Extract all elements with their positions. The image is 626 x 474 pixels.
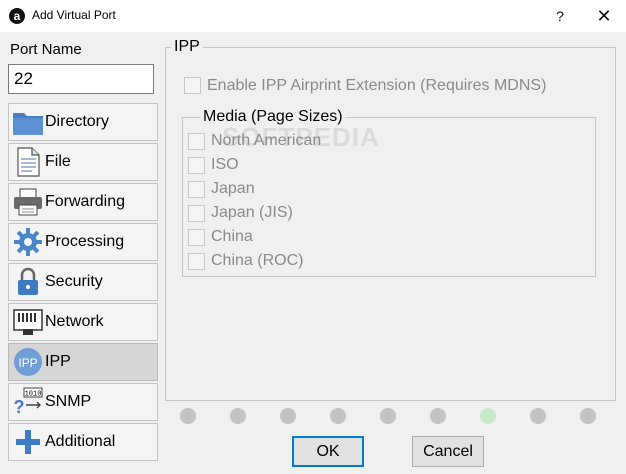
- step-dot: [180, 408, 196, 424]
- media-label: ISO: [211, 156, 239, 173]
- media-checkbox-china-roc[interactable]: [188, 253, 205, 270]
- sidebar-item-network[interactable]: Network: [8, 303, 158, 341]
- step-dot: [580, 408, 596, 424]
- sidebar-item-ipp[interactable]: IPP IPP: [8, 343, 158, 381]
- file-icon: [12, 147, 44, 177]
- step-dot: [380, 408, 396, 424]
- media-checkbox-iso[interactable]: [188, 157, 205, 174]
- snmp-icon-text: 1010: [25, 391, 42, 399]
- sidebar-item-label: Forwarding: [45, 193, 126, 210]
- ok-button[interactable]: OK: [292, 436, 364, 467]
- ipp-group-title: IPP: [171, 38, 203, 56]
- airprint-checkbox[interactable]: [184, 77, 201, 94]
- ipp-icon-text: IPP: [18, 356, 37, 370]
- sidebar-nav: Directory File Forwarding Processing Sec…: [8, 103, 158, 463]
- step-dot: [480, 408, 496, 424]
- sidebar-item-directory[interactable]: Directory: [8, 103, 158, 141]
- sidebar-item-label: Directory: [45, 113, 110, 130]
- sidebar-item-label: Security: [45, 273, 103, 290]
- step-dot: [330, 408, 346, 424]
- cancel-button[interactable]: Cancel: [412, 436, 484, 467]
- network-port-icon: [12, 307, 44, 337]
- media-checkbox-north-american[interactable]: [188, 133, 205, 150]
- sidebar-item-forwarding[interactable]: Forwarding: [8, 183, 158, 221]
- airprint-label: Enable IPP Airprint Extension (Requires …: [207, 77, 547, 94]
- media-checkbox-china[interactable]: [188, 229, 205, 246]
- close-button[interactable]: ✕: [582, 0, 626, 32]
- media-checkbox-japan[interactable]: [188, 181, 205, 198]
- media-label: North American: [211, 132, 322, 149]
- port-name-label: Port Name: [10, 41, 82, 58]
- step-dot: [430, 408, 446, 424]
- help-button[interactable]: ?: [540, 0, 580, 32]
- title-bar: a Add Virtual Port ? ✕: [0, 0, 626, 32]
- sidebar-item-snmp[interactable]: 1010? SNMP: [8, 383, 158, 421]
- ipp-icon: IPP: [12, 347, 44, 377]
- media-checkbox-japan-jis[interactable]: [188, 205, 205, 222]
- sidebar-item-label: Processing: [45, 233, 125, 250]
- sidebar-item-processing[interactable]: Processing: [8, 223, 158, 261]
- app-logo-icon: a: [9, 8, 25, 24]
- sidebar-item-label: Network: [45, 313, 104, 330]
- sidebar-item-security[interactable]: Security: [8, 263, 158, 301]
- padlock-icon: [12, 267, 44, 297]
- sidebar-item-label: File: [45, 153, 71, 170]
- step-dot: [530, 408, 546, 424]
- media-label: Japan: [211, 180, 255, 197]
- snmp-icon: 1010?: [12, 387, 44, 417]
- step-dot: [230, 408, 246, 424]
- plus-icon: [12, 427, 44, 457]
- media-label: China: [211, 228, 253, 245]
- sidebar-item-file[interactable]: File: [8, 143, 158, 181]
- sidebar-item-additional[interactable]: Additional: [8, 423, 158, 461]
- gear-icon: [12, 227, 44, 257]
- port-name-input[interactable]: [8, 64, 154, 94]
- svg-text:?: ?: [14, 397, 25, 417]
- window-title: Add Virtual Port: [32, 8, 116, 22]
- sidebar-item-label: Additional: [45, 433, 116, 450]
- media-label: China (ROC): [211, 252, 304, 269]
- printer-icon: [12, 187, 44, 217]
- sidebar-item-label: IPP: [45, 353, 71, 370]
- sidebar-item-label: SNMP: [45, 393, 92, 410]
- folder-icon: [12, 107, 44, 137]
- step-progress-indicator: [180, 408, 600, 426]
- media-label: Japan (JIS): [211, 204, 293, 221]
- step-dot: [280, 408, 296, 424]
